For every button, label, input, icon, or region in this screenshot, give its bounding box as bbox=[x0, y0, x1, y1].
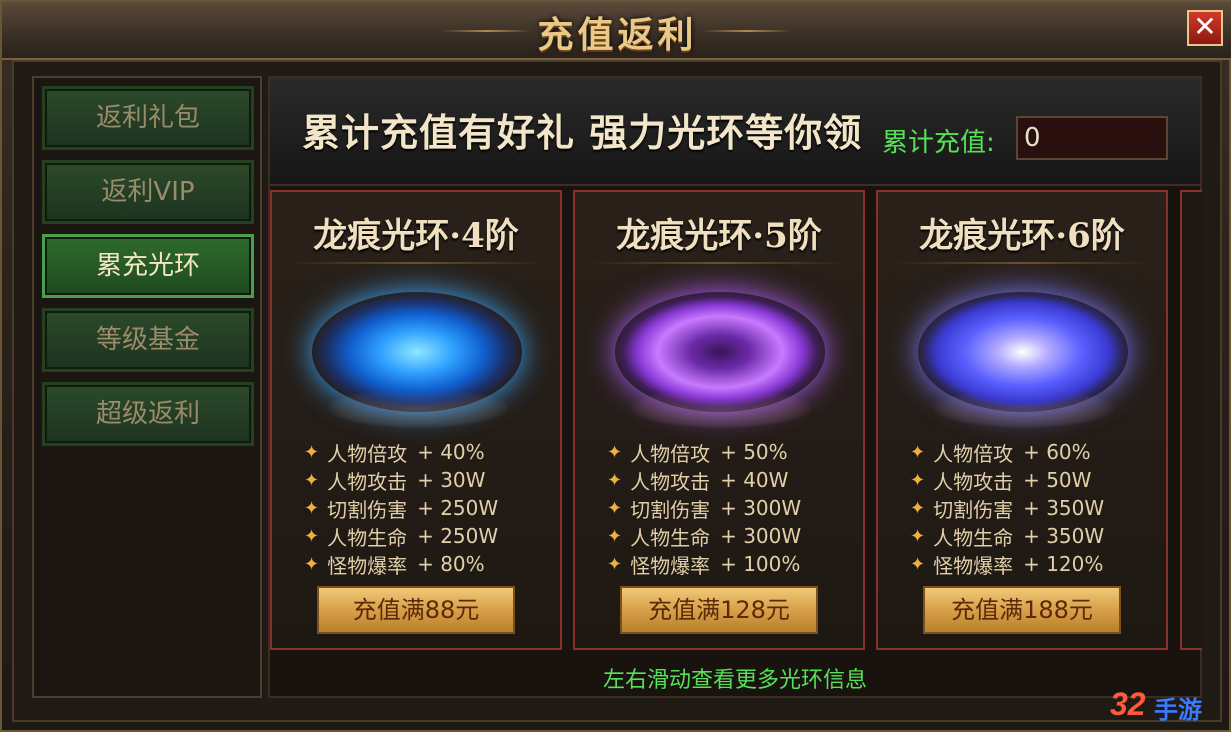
stat-name: 切割伤害 bbox=[933, 497, 1014, 522]
stat-value: + 40% bbox=[417, 440, 485, 464]
aura-ring-icon bbox=[615, 292, 825, 412]
aura-stats-list: ✦ 人物倍攻 + 50% ✦ 人物攻击 + 40W ✦ 切割伤害 + 300W ✦ 人物生命 +… bbox=[607, 438, 857, 578]
star-icon: ✦ bbox=[910, 525, 926, 547]
aura-card-title: 龙痕光环·6阶 bbox=[919, 216, 1125, 256]
aura-ring-icon bbox=[918, 292, 1128, 412]
aura-card-tier-5: 龙痕光环·5阶 ✦ 人物倍攻 + 50% ✦ 人物攻击 + 40W ✦ 切割伤害 + 300… bbox=[573, 190, 865, 650]
stat-value: + 60% bbox=[1023, 440, 1091, 464]
title-ornament-right bbox=[702, 30, 792, 32]
stat-value: + 350W bbox=[1023, 496, 1105, 520]
watermark-number: 32 bbox=[1110, 686, 1146, 722]
close-icon[interactable]: ✕ bbox=[1187, 10, 1223, 46]
sidebar: 返利礼包 返利VIP 累充光环 等级基金 超级返利 bbox=[32, 76, 262, 698]
aura-card-title: 龙痕光环·5阶 bbox=[616, 216, 822, 256]
stat-row: ✦ 人物攻击 + 30W bbox=[304, 466, 554, 494]
stat-value: + 350W bbox=[1023, 524, 1105, 548]
stat-value: + 120% bbox=[1023, 552, 1104, 576]
sidebar-item-level-fund[interactable]: 等级基金 bbox=[42, 308, 254, 372]
star-icon: ✦ bbox=[607, 553, 623, 575]
aura-card-tier-4: 龙痕光环·4阶 ✦ 人物倍攻 + 40% ✦ 人物攻击 + 30W ✦ 切割伤害 + 250… bbox=[270, 190, 562, 650]
promo-banner: 累计充值有好礼 强力光环等你领 累计充值: 0 bbox=[270, 78, 1200, 186]
aura-ring-icon bbox=[312, 292, 522, 412]
star-icon: ✦ bbox=[304, 497, 320, 519]
stat-row: ✦ 切割伤害 + 300W bbox=[607, 494, 857, 522]
stat-value: + 300W bbox=[720, 496, 802, 520]
stat-row: ✦ 人物倍攻 + 60% bbox=[910, 438, 1160, 466]
star-icon: ✦ bbox=[607, 469, 623, 491]
stat-name: 人物攻击 bbox=[933, 469, 1014, 494]
stat-value: + 250W bbox=[417, 524, 499, 548]
stat-value: + 100% bbox=[720, 552, 801, 576]
star-icon: ✦ bbox=[910, 441, 926, 463]
stat-name: 人物攻击 bbox=[630, 469, 711, 494]
stat-row: ✦ 怪物爆率 + 120% bbox=[910, 550, 1160, 578]
star-icon: ✦ bbox=[607, 441, 623, 463]
stat-name: 怪物爆率 bbox=[630, 553, 711, 578]
stat-name: 怪物爆率 bbox=[933, 553, 1014, 578]
stat-name: 怪物爆率 bbox=[327, 553, 408, 578]
stat-value: + 50% bbox=[720, 440, 788, 464]
next-card-peek[interactable] bbox=[1180, 190, 1202, 650]
title-bar: 充值返利 ✕ bbox=[2, 2, 1231, 60]
stat-row: ✦ 怪物爆率 + 100% bbox=[607, 550, 857, 578]
recharge-button-128[interactable]: 充值满128元 bbox=[620, 586, 818, 634]
aura-stats-list: ✦ 人物倍攻 + 40% ✦ 人物攻击 + 30W ✦ 切割伤害 + 250W ✦ 人物生命 +… bbox=[304, 438, 554, 578]
divider bbox=[286, 262, 546, 264]
star-icon: ✦ bbox=[304, 469, 320, 491]
stat-name: 人物生命 bbox=[630, 525, 711, 550]
stat-row: ✦ 人物生命 + 300W bbox=[607, 522, 857, 550]
stat-name: 人物倍攻 bbox=[630, 441, 711, 466]
stat-row: ✦ 人物攻击 + 40W bbox=[607, 466, 857, 494]
stat-row: ✦ 人物生命 + 250W bbox=[304, 522, 554, 550]
stat-value: + 80% bbox=[417, 552, 485, 576]
sidebar-item-cumulative-aura[interactable]: 累充光环 bbox=[42, 234, 254, 298]
star-icon: ✦ bbox=[304, 441, 320, 463]
stat-name: 人物攻击 bbox=[327, 469, 408, 494]
star-icon: ✦ bbox=[910, 469, 926, 491]
star-icon: ✦ bbox=[607, 497, 623, 519]
sidebar-item-super-rebate[interactable]: 超级返利 bbox=[42, 382, 254, 446]
stat-value: + 250W bbox=[417, 496, 499, 520]
stat-row: ✦ 切割伤害 + 250W bbox=[304, 494, 554, 522]
stat-row: ✦ 人物倍攻 + 40% bbox=[304, 438, 554, 466]
watermark-text: 手游 bbox=[1154, 697, 1202, 724]
stat-row: ✦ 人物倍攻 + 50% bbox=[607, 438, 857, 466]
banner-headline: 累计充值有好礼 强力光环等你领 bbox=[302, 111, 863, 155]
stat-name: 人物倍攻 bbox=[933, 441, 1014, 466]
swipe-hint: 左右滑动查看更多光环信息 bbox=[602, 668, 867, 693]
star-icon: ✦ bbox=[607, 525, 623, 547]
stat-name: 人物生命 bbox=[327, 525, 408, 550]
stat-row: ✦ 人物生命 + 350W bbox=[910, 522, 1160, 550]
stat-name: 切割伤害 bbox=[630, 497, 711, 522]
star-icon: ✦ bbox=[910, 553, 926, 575]
aura-stats-list: ✦ 人物倍攻 + 60% ✦ 人物攻击 + 50W ✦ 切割伤害 + 350W ✦ 人物生命 +… bbox=[910, 438, 1160, 578]
aura-card-title: 龙痕光环·4阶 bbox=[313, 216, 519, 256]
divider bbox=[892, 262, 1152, 264]
stat-name: 人物生命 bbox=[933, 525, 1014, 550]
window-title: 充值返利 bbox=[537, 14, 698, 56]
stat-row: ✦ 切割伤害 + 350W bbox=[910, 494, 1160, 522]
stat-value: + 300W bbox=[720, 524, 802, 548]
total-recharge-value: 0 bbox=[1016, 116, 1168, 160]
stat-value: + 50W bbox=[1023, 468, 1092, 492]
stat-name: 切割伤害 bbox=[327, 497, 408, 522]
recharge-rebate-window: 充值返利 ✕ 返利礼包 返利VIP 累充光环 等级基金 超级返利 累计充值有好礼… bbox=[0, 0, 1231, 732]
stat-value: + 40W bbox=[720, 468, 789, 492]
stat-name: 人物倍攻 bbox=[327, 441, 408, 466]
stat-row: ✦ 人物攻击 + 50W bbox=[910, 466, 1160, 494]
recharge-button-88[interactable]: 充值满88元 bbox=[317, 586, 515, 634]
total-recharge-label: 累计充值: bbox=[882, 128, 995, 158]
divider bbox=[589, 262, 849, 264]
recharge-button-188[interactable]: 充值满188元 bbox=[923, 586, 1121, 634]
content-panel: 累计充值有好礼 强力光环等你领 累计充值: 0 龙痕光环·4阶 ✦ 人物倍攻 + 4… bbox=[268, 76, 1202, 698]
sidebar-item-rebate-vip[interactable]: 返利VIP bbox=[42, 160, 254, 224]
sidebar-item-rebate-gift[interactable]: 返利礼包 bbox=[42, 86, 254, 150]
star-icon: ✦ bbox=[910, 497, 926, 519]
stat-row: ✦ 怪物爆率 + 80% bbox=[304, 550, 554, 578]
aura-card-tier-6: 龙痕光环·6阶 ✦ 人物倍攻 + 60% ✦ 人物攻击 + 50W ✦ 切割伤害 + 350… bbox=[876, 190, 1168, 650]
watermark-logo: 32 手游 bbox=[1110, 682, 1210, 726]
star-icon: ✦ bbox=[304, 553, 320, 575]
stat-value: + 30W bbox=[417, 468, 486, 492]
star-icon: ✦ bbox=[304, 525, 320, 547]
